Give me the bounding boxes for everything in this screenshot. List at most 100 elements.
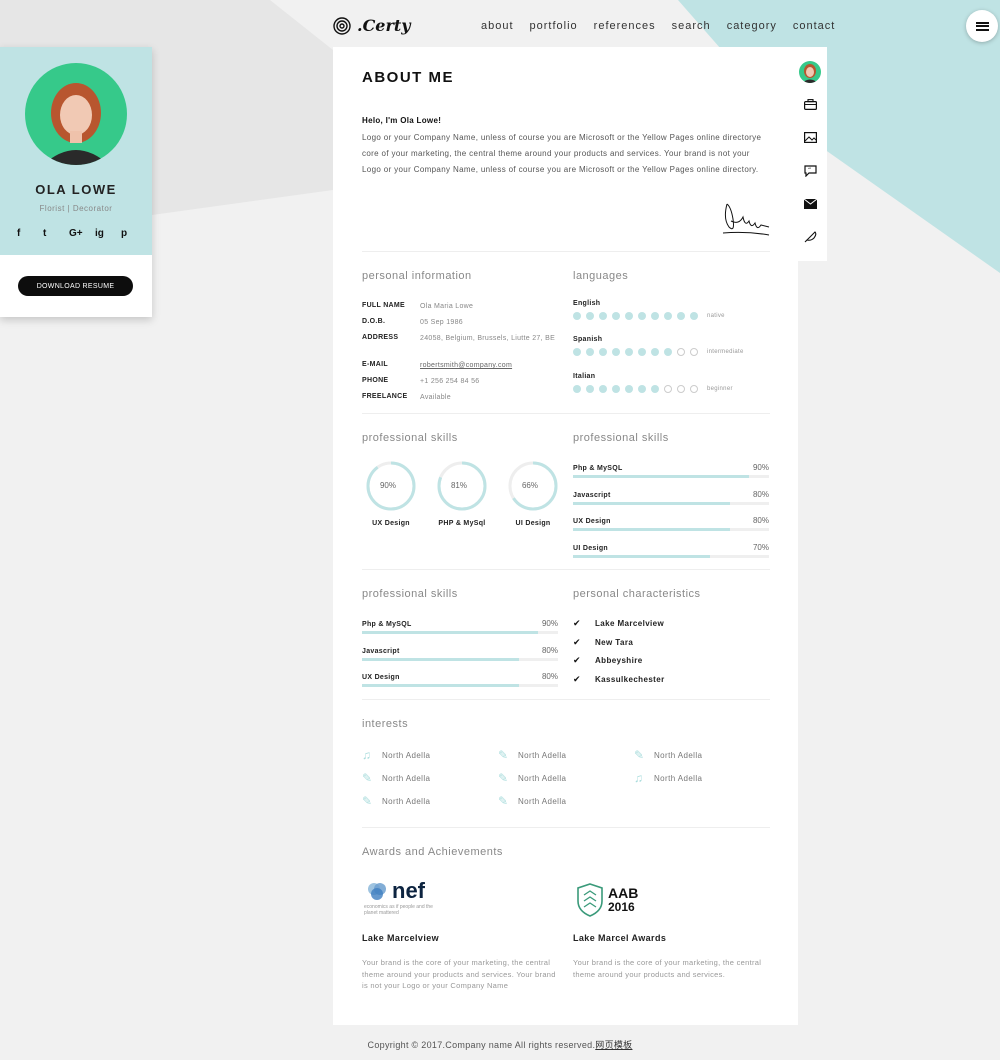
divider xyxy=(362,827,770,828)
section-title-characteristics: personal characteristics xyxy=(573,588,701,600)
skill-bar: UX Design 80% xyxy=(362,672,558,687)
characteristic-label: New Tara xyxy=(595,638,634,647)
side-nav-about[interactable] xyxy=(797,55,823,88)
email-link[interactable]: robertsmith@company.com xyxy=(420,361,560,371)
skill-bar-value: 70% xyxy=(752,543,769,552)
interest-label: North Adella xyxy=(518,750,567,760)
nav-search[interactable]: search xyxy=(672,20,711,32)
interest-item: ✎ North Adella xyxy=(498,771,566,785)
interest-item: ♫ North Adella xyxy=(362,748,430,762)
footer: Copyright © 2017.Company name All rights… xyxy=(65,1038,935,1051)
language-dots: beginner xyxy=(573,385,733,393)
language-dot xyxy=(573,348,581,356)
info-key: E-MAIL xyxy=(362,361,388,368)
profile-card: OLA LOWE Florist | Decorator f t G+ ig p… xyxy=(0,47,152,317)
characteristic-label: Abbeyshire xyxy=(595,656,643,665)
award-logo-nef: nef economics as if people and the plane… xyxy=(364,878,434,925)
divider xyxy=(362,569,770,570)
skill-bar-fill xyxy=(362,658,519,661)
skill-bar-value: 80% xyxy=(752,516,769,525)
language-dot xyxy=(586,385,594,393)
info-value: Ola Maria Lowe xyxy=(420,303,474,310)
download-resume-button[interactable]: DOWNLOAD RESUME xyxy=(18,276,133,296)
skill-bar-value: 90% xyxy=(752,463,769,472)
envelope-icon xyxy=(803,198,817,209)
instagram-icon[interactable]: ig xyxy=(95,228,121,239)
pinterest-icon[interactable]: p xyxy=(121,228,147,239)
language-dot xyxy=(638,385,646,393)
language-level: intermediate xyxy=(707,349,744,355)
facebook-icon[interactable]: f xyxy=(17,228,43,239)
skill-bar-fill xyxy=(573,555,711,558)
skill-bar-label: Php & MySQL xyxy=(362,621,412,628)
skill-bar: Javascript 80% xyxy=(573,490,769,505)
info-row: FREELANCE Available xyxy=(362,393,560,403)
twitter-icon[interactable]: t xyxy=(43,228,69,239)
skill-circle-label: UI Design xyxy=(515,520,551,527)
divider xyxy=(362,251,770,252)
nav-references[interactable]: references xyxy=(594,20,656,32)
briefcase-icon xyxy=(803,99,817,110)
skill-bar: Php & MySQL 90% xyxy=(573,463,769,478)
feather-icon: ✎ xyxy=(498,748,509,762)
info-row: ADDRESS 24058, Belgium, Brussels, Liutte… xyxy=(362,334,560,344)
greeting: Helo, I'm Ola Lowe! xyxy=(362,116,442,125)
award-title: Lake Marcelview xyxy=(362,933,440,943)
skill-bar-label: UX Design xyxy=(573,518,611,525)
skill-bar-fill xyxy=(362,631,539,634)
check-icon: ✔ xyxy=(573,655,581,665)
language-dot xyxy=(664,348,672,356)
skill-circle-value: 66% xyxy=(521,481,538,490)
nav-about[interactable]: about xyxy=(481,20,514,32)
language-dot xyxy=(573,385,581,393)
about-text: Logo or your Company Name, unless of cou… xyxy=(362,133,762,174)
info-value: Available xyxy=(420,394,451,401)
footer-link[interactable]: 网页模板 xyxy=(595,1040,632,1050)
language-dot xyxy=(664,312,672,320)
language-dot xyxy=(612,385,620,393)
signature-image xyxy=(722,203,770,236)
characteristic-item: ✔ Abbeyshire xyxy=(573,655,643,666)
brand-name: .Certy xyxy=(357,16,411,35)
nav-contact[interactable]: contact xyxy=(793,20,835,32)
side-nav-portfolio[interactable] xyxy=(797,88,823,121)
interest-label: North Adella xyxy=(382,796,431,806)
side-nav-gallery[interactable] xyxy=(797,121,823,154)
google-plus-icon[interactable]: G+ xyxy=(69,228,95,239)
info-row: D.O.B. 05 Sep 1986 xyxy=(362,318,560,328)
skill-bar: Javascript 80% xyxy=(362,646,558,661)
award-logo-year: 2016 xyxy=(608,900,635,914)
brand-logo[interactable]: .Certy xyxy=(333,16,411,35)
fingerprint-icon xyxy=(333,16,351,35)
section-title-skills-bars: professional skills xyxy=(362,588,458,600)
skill-bar-label: UX Design xyxy=(362,674,400,681)
side-nav-blog[interactable] xyxy=(797,220,823,253)
language-dot xyxy=(651,312,659,320)
award-logo-aab: AAB 2016 xyxy=(576,883,638,922)
language-dot xyxy=(586,348,594,356)
nav-category[interactable]: category xyxy=(727,20,777,32)
language-dot xyxy=(664,385,672,393)
mini-avatar xyxy=(799,60,821,83)
side-nav-contact[interactable] xyxy=(797,187,823,220)
interest-label: North Adella xyxy=(518,773,567,783)
social-links: f t G+ ig p xyxy=(17,228,147,239)
language-level: native xyxy=(707,313,725,319)
interest-label: North Adella xyxy=(654,750,703,760)
image-icon xyxy=(803,132,817,143)
award-title: Lake Marcel Awards xyxy=(573,933,667,943)
interest-label: North Adella xyxy=(518,796,567,806)
language-dot xyxy=(586,312,594,320)
language-dot xyxy=(573,312,581,320)
award-text: Your brand is the core of your marketing… xyxy=(573,958,762,979)
nav-portfolio[interactable]: portfolio xyxy=(530,20,578,32)
feather-icon: ✎ xyxy=(634,748,645,762)
language-dot xyxy=(690,312,698,320)
hamburger-menu-button[interactable] xyxy=(966,10,998,42)
interest-label: North Adella xyxy=(382,750,431,760)
language-dot xyxy=(612,312,620,320)
info-row: PHONE +1 256 254 84 56 xyxy=(362,377,560,387)
side-nav-references[interactable]: “ xyxy=(797,154,823,187)
language-dot xyxy=(690,348,698,356)
side-nav: “ xyxy=(797,55,823,253)
